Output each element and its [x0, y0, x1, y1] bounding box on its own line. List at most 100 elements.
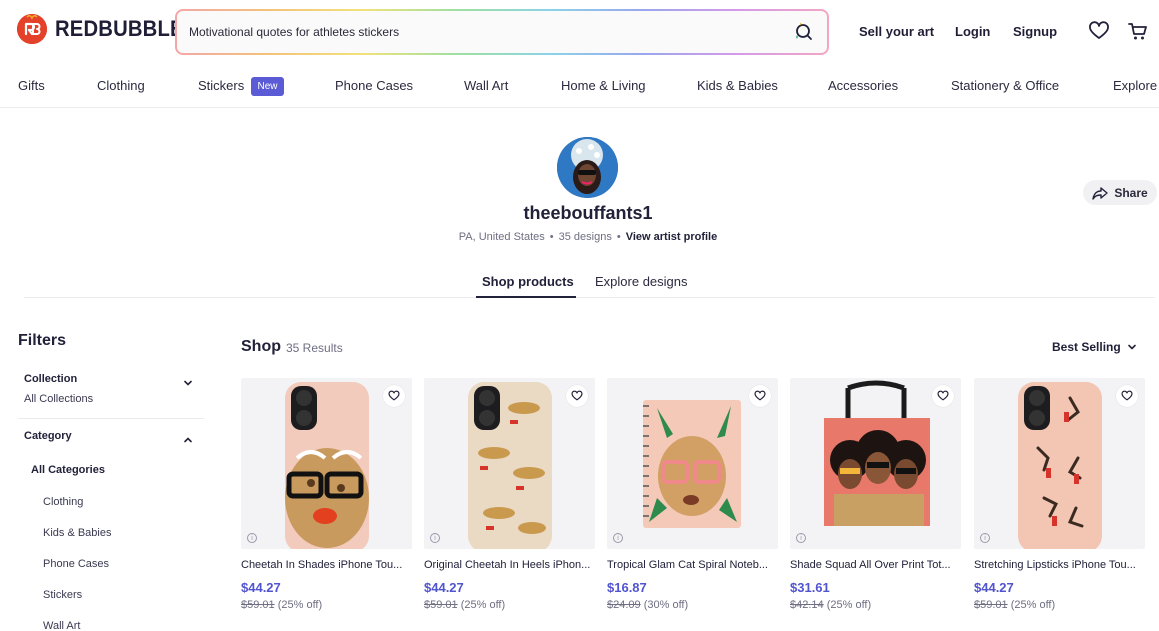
category-phone-cases[interactable]: Phone Cases [43, 558, 109, 570]
product-title[interactable]: Stretching Lipsticks iPhone Tou... [974, 559, 1145, 571]
original-price: $59.01 [424, 599, 458, 611]
info-icon[interactable]: i [796, 533, 806, 543]
product-image[interactable]: i [790, 378, 961, 549]
favorite-heart-icon[interactable] [1116, 385, 1138, 407]
search-bar[interactable]: Motivational quotes for athletes sticker… [175, 9, 829, 55]
share-label: Share [1114, 185, 1148, 200]
nav-stickers[interactable]: Stickers [198, 78, 244, 93]
nav-phone-cases[interactable]: Phone Cases [335, 78, 413, 93]
collection-filter-header[interactable]: Collection [24, 373, 77, 385]
nav-kids-babies[interactable]: Kids & Babies [697, 78, 778, 93]
sell-your-art-link[interactable]: Sell your art [859, 24, 934, 39]
nav-clothing[interactable]: Clothing [97, 78, 145, 93]
product-image[interactable]: i [241, 378, 412, 549]
discount-label: (25% off) [277, 599, 323, 611]
info-icon[interactable]: i [613, 533, 623, 543]
view-artist-profile-link[interactable]: View artist profile [626, 231, 718, 243]
redbubble-logo[interactable]: REDBUBBLE [17, 14, 195, 44]
product-old-price: $59.01 (25% off) [974, 599, 1145, 611]
login-link[interactable]: Login [955, 24, 990, 39]
chevron-down-icon [1127, 344, 1136, 350]
discount-label: (25% off) [460, 599, 506, 611]
tab-explore-designs[interactable]: Explore designs [595, 274, 688, 289]
product-image[interactable]: i [607, 378, 778, 549]
original-price: $42.14 [790, 599, 824, 611]
collection-filter-value: All Collections [24, 393, 94, 405]
shop-title: Shop [241, 338, 281, 355]
category-clothing[interactable]: Clothing [43, 496, 83, 508]
category-kids-babies[interactable]: Kids & Babies [43, 527, 111, 539]
product-old-price: $59.01 (25% off) [241, 599, 412, 611]
cart-icon[interactable] [1127, 20, 1149, 42]
info-icon[interactable]: i [980, 533, 990, 543]
product-image[interactable]: i [974, 378, 1145, 549]
product-title[interactable]: Original Cheetah In Heels iPhon... [424, 559, 595, 571]
share-button[interactable]: Share [1083, 180, 1157, 205]
share-icon [1092, 186, 1109, 200]
nav-wall-art[interactable]: Wall Art [464, 78, 508, 93]
nav-stationery-office[interactable]: Stationery & Office [951, 78, 1059, 93]
category-stickers[interactable]: Stickers [43, 589, 82, 601]
category-wall-art[interactable]: Wall Art [43, 620, 81, 631]
product-price: $31.61 [790, 580, 830, 595]
product-card[interactable]: i Tropical Glam Cat Spiral Noteb... $16.… [607, 378, 778, 611]
original-price: $24.09 [607, 599, 641, 611]
logo-mark-icon [17, 14, 47, 44]
original-price: $59.01 [241, 599, 275, 611]
info-icon[interactable]: i [430, 533, 440, 543]
info-icon[interactable]: i [247, 533, 257, 543]
product-old-price: $59.01 (25% off) [424, 599, 595, 611]
artist-location: PA, United States [458, 231, 545, 243]
favorite-heart-icon[interactable] [749, 385, 771, 407]
product-card[interactable]: i Original Cheetah In Heels iPhon... $44… [424, 378, 595, 611]
product-price: $44.27 [974, 580, 1014, 595]
filters-title: Filters [18, 332, 67, 349]
discount-label: (25% off) [1010, 599, 1056, 611]
product-card[interactable]: i Shade Squad All Over Print Tot... $31.… [790, 378, 961, 611]
product-old-price: $42.14 (25% off) [790, 599, 961, 611]
profile-tabs: Shop products Explore designs [24, 268, 1155, 298]
filter-divider [18, 418, 204, 419]
discount-label: (30% off) [643, 599, 689, 611]
results-count: 35 Results [286, 341, 343, 355]
product-card[interactable]: i Cheetah In Shades iPhone Tou... $44.27… [241, 378, 412, 611]
search-input[interactable]: Motivational quotes for athletes sticker… [189, 25, 791, 39]
heart-icon[interactable] [1088, 20, 1110, 42]
artist-design-count: 35 designs [558, 231, 612, 243]
chevron-up-icon[interactable] [183, 432, 193, 443]
favorite-heart-icon[interactable] [383, 385, 405, 407]
sort-dropdown[interactable]: Best Selling [1052, 340, 1137, 354]
sort-label: Best Selling [1052, 340, 1121, 354]
tab-shop-products[interactable]: Shop products [482, 274, 574, 289]
search-icon[interactable] [791, 20, 815, 44]
product-price: $16.87 [607, 580, 647, 595]
discount-label: (25% off) [826, 599, 872, 611]
site-header: REDBUBBLE Motivational quotes for athlet… [0, 0, 1159, 64]
product-old-price: $24.09 (30% off) [607, 599, 778, 611]
category-nav: Gifts Clothing Stickers Phone Cases Wall… [0, 64, 1159, 108]
product-title[interactable]: Cheetah In Shades iPhone Tou... [241, 559, 412, 571]
product-price: $44.27 [241, 580, 281, 595]
product-price: $44.27 [424, 580, 464, 595]
new-badge: New [251, 77, 284, 96]
product-card[interactable]: i Stretching Lipsticks iPhone Tou... $44… [974, 378, 1145, 611]
category-all[interactable]: All Categories [31, 464, 105, 476]
active-tab-indicator [476, 296, 576, 298]
product-title[interactable]: Shade Squad All Over Print Tot... [790, 559, 961, 571]
favorite-heart-icon[interactable] [566, 385, 588, 407]
artist-meta: PA, United States • 35 designs • View artist… [458, 231, 718, 243]
category-filter-header[interactable]: Category [24, 430, 72, 442]
nav-explore[interactable]: Explore [1113, 78, 1157, 93]
nav-home-living[interactable]: Home & Living [561, 78, 646, 93]
product-title[interactable]: Tropical Glam Cat Spiral Noteb... [607, 559, 778, 571]
original-price: $59.01 [974, 599, 1008, 611]
artist-name: theebouffants1 [523, 203, 653, 223]
nav-gifts[interactable]: Gifts [18, 78, 45, 93]
product-image[interactable]: i [424, 378, 595, 549]
logo-text: REDBUBBLE [55, 16, 184, 41]
chevron-down-icon[interactable] [183, 375, 193, 386]
artist-avatar [557, 137, 618, 198]
favorite-heart-icon[interactable] [932, 385, 954, 407]
nav-accessories[interactable]: Accessories [828, 78, 898, 93]
signup-link[interactable]: Signup [1013, 24, 1057, 39]
